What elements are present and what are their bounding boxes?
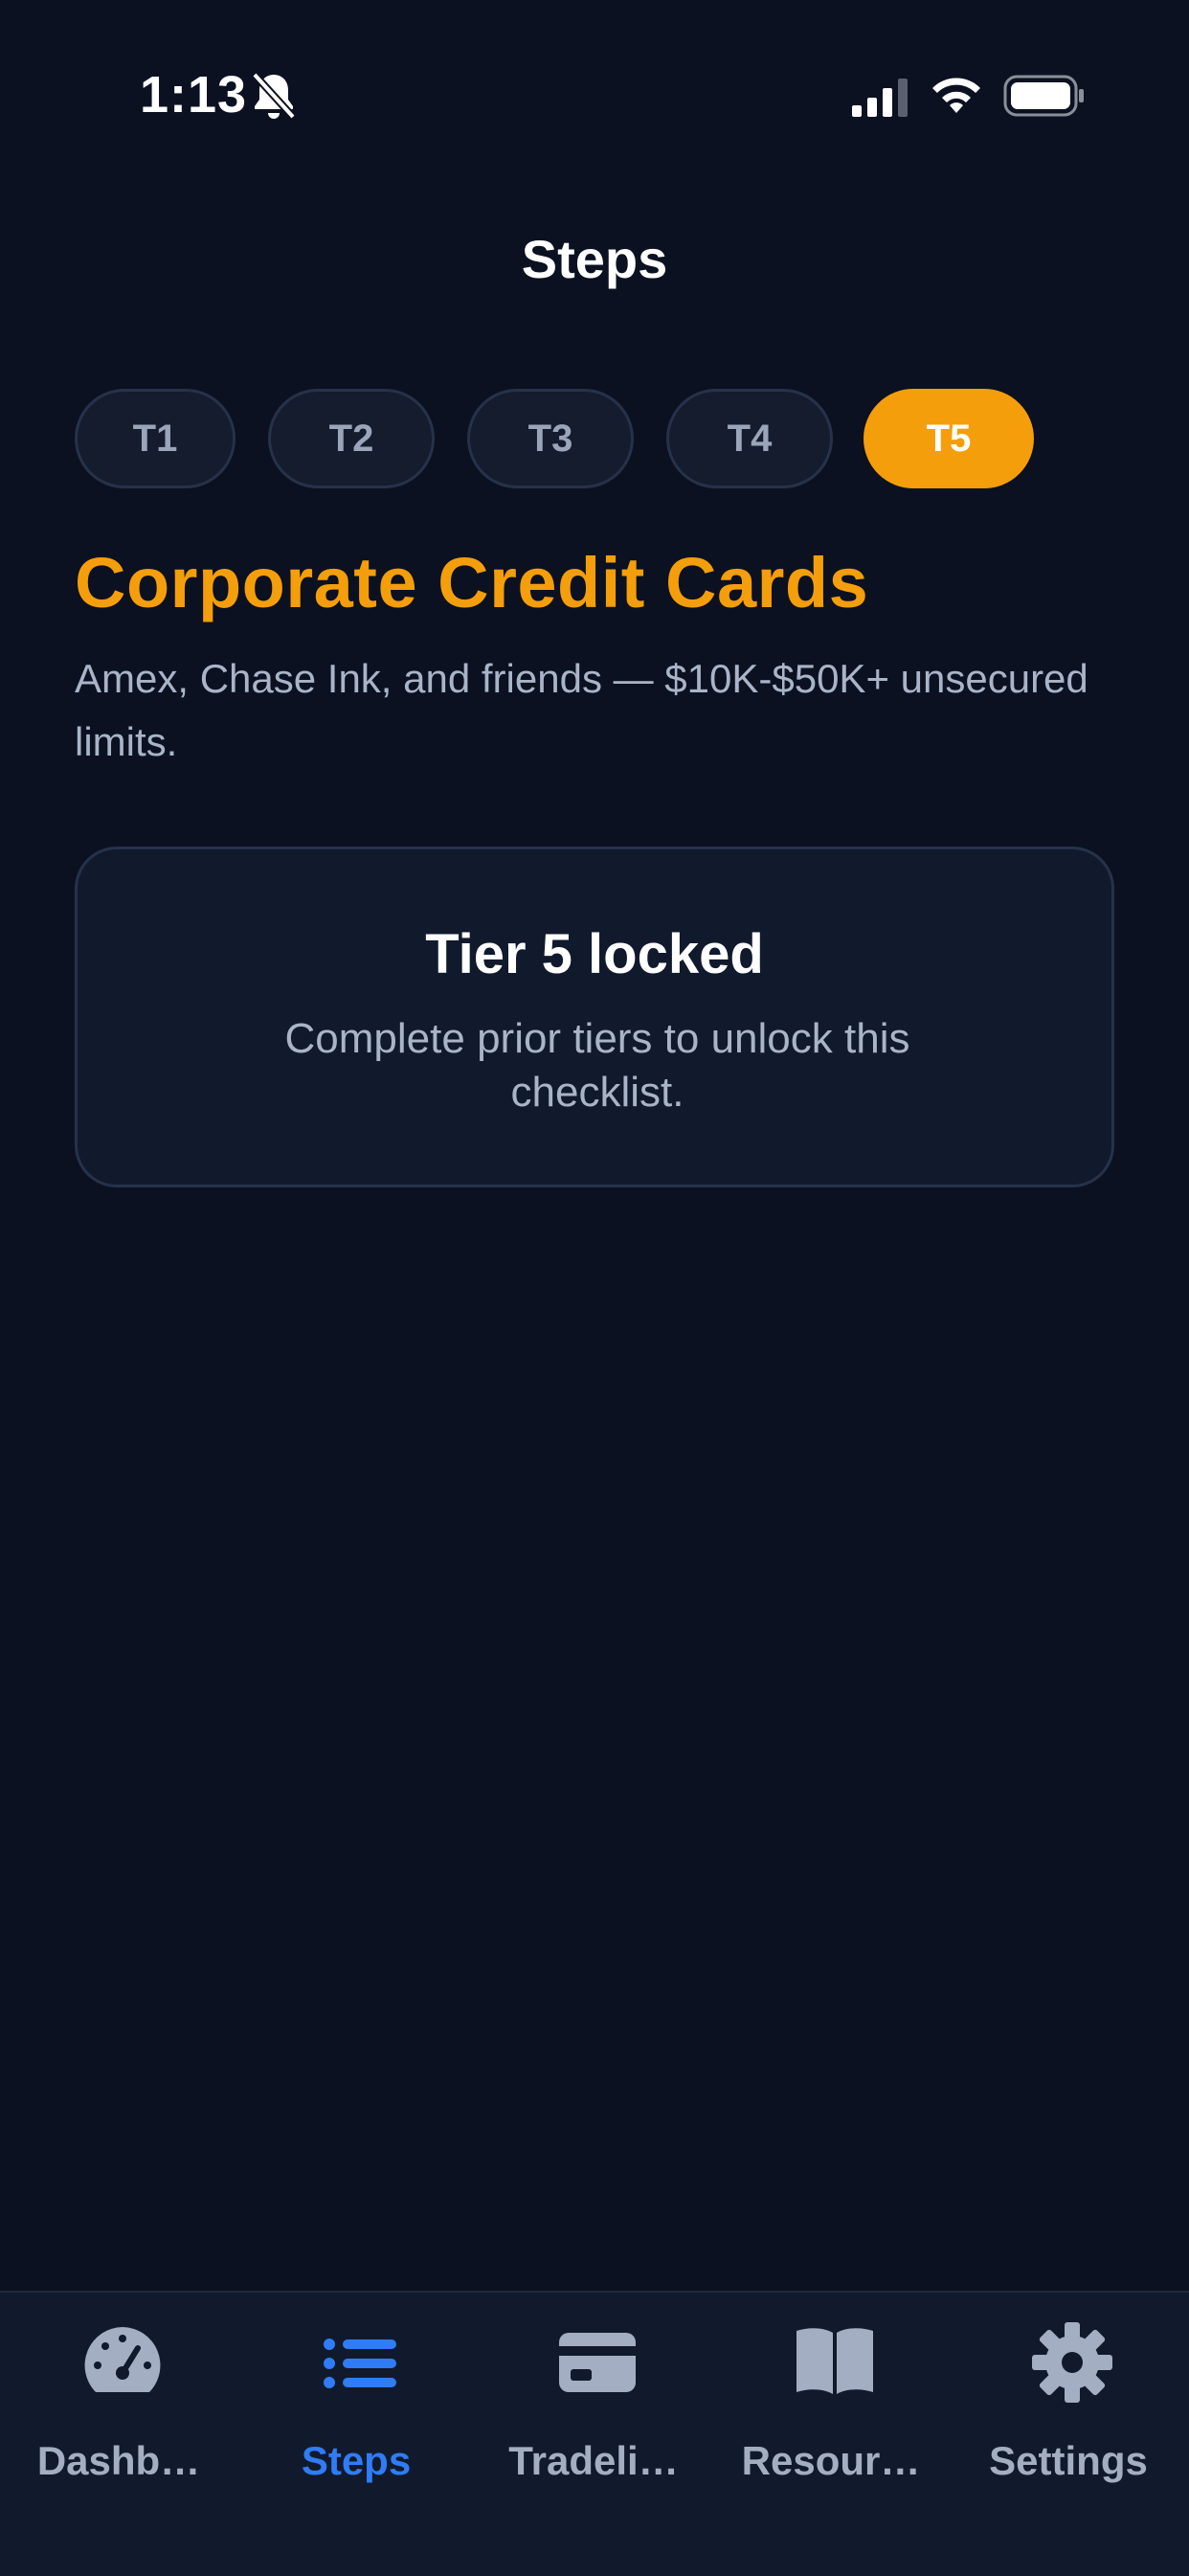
tab-label: Resour… <box>741 2438 921 2483</box>
locked-message: Complete prior tiers to unlock this chec… <box>284 1015 910 1116</box>
credit-card-icon <box>559 2333 636 2392</box>
battery-icon <box>1003 75 1084 117</box>
tab-label: Tradeli… <box>508 2438 679 2483</box>
bell-slash-icon <box>252 72 296 120</box>
status-bar: 1:13 <box>0 0 1189 144</box>
tier-tab-t4[interactable]: T4 <box>666 389 833 488</box>
tier-description: Amex, Chase Ink, and friends — $10K-$50K… <box>75 656 1088 764</box>
tab-resources[interactable]: Resour… <box>712 2321 950 2494</box>
tier-tab-t2[interactable]: T2 <box>268 389 435 488</box>
tier-tab-t3[interactable]: T3 <box>467 389 634 488</box>
gear-icon <box>1032 2322 1112 2403</box>
list-icon <box>324 2339 396 2388</box>
speedometer-icon <box>84 2327 161 2392</box>
tier-tab-t1[interactable]: T1 <box>75 389 236 488</box>
book-icon <box>796 2328 873 2394</box>
tab-dashboard[interactable]: Dashb… <box>0 2321 237 2494</box>
cellular-signal-icon <box>852 79 908 117</box>
tier-heading: Corporate Credit Cards <box>75 543 869 622</box>
tab-settings[interactable]: Settings <box>950 2321 1187 2494</box>
tab-tradelines[interactable]: Tradeli… <box>475 2321 712 2494</box>
tab-bar: Dashb… Steps Tradeli… Resour… Settings <box>0 2291 1189 2576</box>
tab-label: Steps <box>301 2438 412 2483</box>
locked-title: Tier 5 locked <box>425 923 764 985</box>
wifi-icon <box>932 78 980 113</box>
page-title: Steps <box>521 229 668 289</box>
locked-card: Tier 5 locked Complete prior tiers to un… <box>75 847 1114 1187</box>
status-time: 1:13 <box>140 66 248 124</box>
tier-tab-t5[interactable]: T5 <box>864 389 1034 488</box>
tab-steps[interactable]: Steps <box>237 2321 475 2494</box>
tab-label: Settings <box>989 2438 1148 2483</box>
